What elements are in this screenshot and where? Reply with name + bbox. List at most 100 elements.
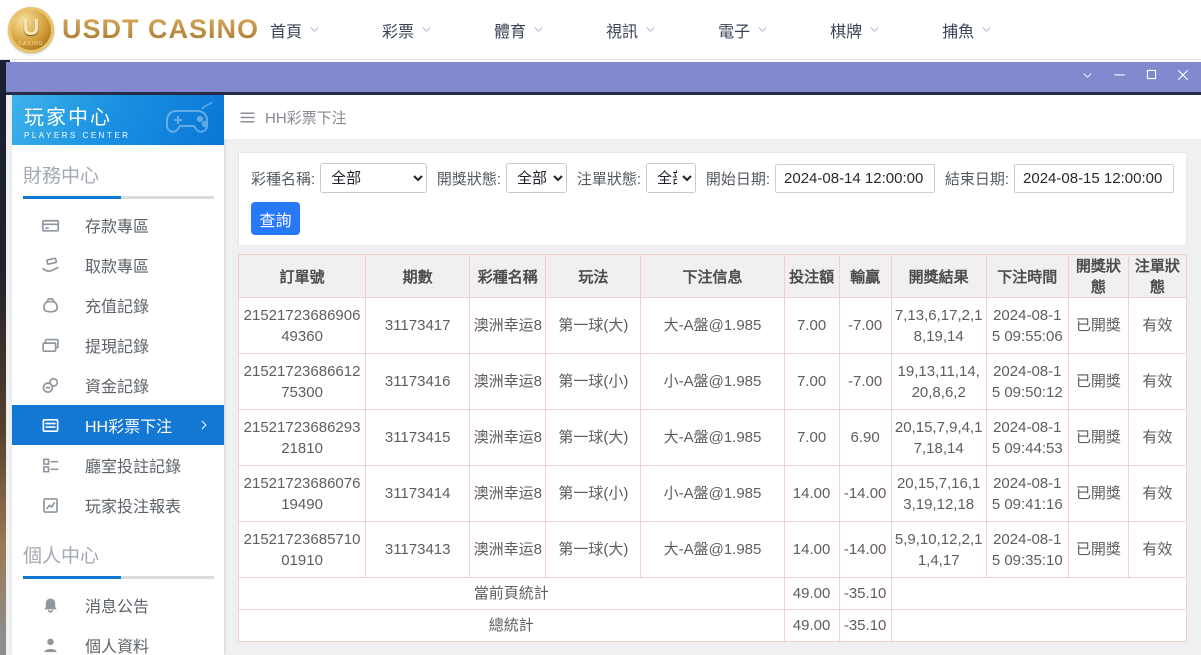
- usdt-coin-icon: U CASINO: [8, 7, 54, 53]
- col-header-bet-amount: 投注額: [784, 255, 839, 298]
- summary-winloss-total: -35.10: [839, 610, 891, 642]
- order-status-select[interactable]: 全部: [646, 163, 696, 193]
- report-icon: [41, 496, 60, 515]
- play-type-cell: 第一球(大): [546, 298, 641, 354]
- win-loss-cell: -14.00: [839, 466, 891, 522]
- period-cell: 31173413: [366, 522, 470, 578]
- order-status-cell: 有效: [1128, 410, 1186, 466]
- search-button[interactable]: 查詢: [251, 202, 300, 235]
- start-date-label: 開始日期:: [706, 168, 770, 189]
- table-row: 215217236860761949031173414澳洲幸运8第一球(小)小-…: [239, 466, 1187, 522]
- col-header-draw-result: 開獎結果: [891, 255, 986, 298]
- sidebar-item-label: 玩家投注報表: [85, 493, 181, 517]
- sidebar-item-label: 資金記錄: [85, 373, 149, 397]
- col-header-draw-status: 開獎狀態: [1068, 255, 1128, 298]
- table-row: 215217236869064936031173417澳洲幸运8第一球(大)大-…: [239, 298, 1187, 354]
- minimize-button[interactable]: [1103, 61, 1135, 94]
- period-cell: 31173414: [366, 466, 470, 522]
- main-area: HH彩票下注 彩種名稱: 全部 開獎狀態: 全部: [224, 95, 1201, 655]
- site-logo[interactable]: U CASINO USDT CASINO: [0, 7, 230, 53]
- draw-status-cell: 已開獎: [1068, 354, 1128, 410]
- nav-item-6[interactable]: 棋牌: [830, 18, 880, 42]
- lottery-name-cell: 澳洲幸运8: [470, 522, 546, 578]
- bet-amount-cell: 7.00: [784, 410, 839, 466]
- play-type-cell: 第一球(大): [546, 410, 641, 466]
- chevron-down-icon: [309, 24, 320, 35]
- col-header-order-no: 訂單號: [239, 255, 366, 298]
- draw-status-cell: 已開獎: [1068, 410, 1128, 466]
- start-date-input[interactable]: [775, 164, 935, 193]
- sidebar-item-label: 個人資料: [85, 633, 149, 655]
- order-status-cell: 有效: [1128, 466, 1186, 522]
- table-row: 215217236866127530031173416澳洲幸运8第一球(小)小-…: [239, 354, 1187, 410]
- coin-sub-label: CASINO: [8, 41, 54, 47]
- nav-item-label: 彩票: [382, 18, 414, 42]
- col-header-play-type: 玩法: [546, 255, 641, 298]
- collapse-button[interactable]: [1071, 61, 1103, 94]
- nav-item-1[interactable]: 首頁: [270, 18, 320, 42]
- draw-result-cell: 7,13,6,17,2,18,19,14: [891, 298, 986, 354]
- sidebar-item-withdraw-record[interactable]: 提現記錄: [12, 325, 224, 365]
- total-summary-row: 總統計49.00-35.10: [239, 610, 1187, 642]
- play-type-cell: 第一球(大): [546, 522, 641, 578]
- sidebar-item-bell[interactable]: 消息公告: [12, 585, 224, 625]
- bet-time-cell: 2024-08-15 09:35:10: [986, 522, 1068, 578]
- nav-item-5[interactable]: 電子: [718, 18, 768, 42]
- win-loss-cell: -7.00: [839, 298, 891, 354]
- sidebar-item-person[interactable]: 個人資料: [12, 625, 224, 655]
- chevron-down-icon: [869, 24, 880, 35]
- sidebar-item-report[interactable]: 玩家投注報表: [12, 485, 224, 525]
- bet-info-cell: 小-A盤@1.985: [641, 354, 784, 410]
- col-header-lottery-name: 彩種名稱: [470, 255, 546, 298]
- sidebar-item-lottery-bet[interactable]: HH彩票下注: [12, 405, 224, 445]
- play-type-cell: 第一球(小): [546, 354, 641, 410]
- room-record-icon: [41, 456, 60, 475]
- nav-item-4[interactable]: 視訊: [606, 18, 656, 42]
- draw-status-select[interactable]: 全部: [506, 163, 567, 193]
- deposit-icon: [41, 216, 60, 235]
- nav-item-label: 首頁: [270, 18, 302, 42]
- table-header-row: 訂單號期數彩種名稱玩法下注信息投注額輸贏開獎結果下注時間開獎狀態注單狀態: [239, 255, 1187, 298]
- bet-amount-cell: 7.00: [784, 354, 839, 410]
- breadcrumb: HH彩票下注: [224, 95, 1201, 139]
- lottery-name-select[interactable]: 全部: [320, 163, 427, 193]
- col-header-bet-time: 下注時間: [986, 255, 1068, 298]
- bell-icon: [41, 596, 60, 615]
- bet-table: 訂單號期數彩種名稱玩法下注信息投注額輸贏開獎結果下注時間開獎狀態注單狀態2152…: [238, 254, 1187, 642]
- win-loss-cell: -7.00: [839, 354, 891, 410]
- draw-result-cell: 19,13,11,14,20,8,6,2: [891, 354, 986, 410]
- section-underline: [23, 576, 214, 579]
- sidebar-item-withdraw[interactable]: 取款專區: [12, 245, 224, 285]
- lottery-name-cell: 澳洲幸运8: [470, 354, 546, 410]
- sidebar: 玩家中心 PLAYERS CENTER 財務中心存款專區取款專區充值記錄提現記錄…: [12, 95, 224, 655]
- bet-table-wrap: 訂單號期數彩種名稱玩法下注信息投注額輸贏開獎結果下注時間開獎狀態注單狀態2152…: [238, 254, 1187, 642]
- nav-item-label: 棋牌: [830, 18, 862, 42]
- nav-item-7[interactable]: 捕魚: [942, 18, 992, 42]
- end-date-input[interactable]: [1014, 164, 1174, 193]
- sidebar-item-recharge-record[interactable]: 充值記錄: [12, 285, 224, 325]
- col-header-order-status: 注單狀態: [1128, 255, 1186, 298]
- lottery-bet-icon: [41, 416, 60, 435]
- bet-amount-cell: 7.00: [784, 298, 839, 354]
- person-icon: [41, 636, 60, 655]
- nav-item-2[interactable]: 彩票: [382, 18, 432, 42]
- order-no-cell: 2152172368690649360: [239, 298, 366, 354]
- close-button[interactable]: [1167, 61, 1199, 94]
- sidebar-item-funds-record[interactable]: 資金記錄: [12, 365, 224, 405]
- summary-label: 當前頁統計: [239, 578, 785, 610]
- summary-winloss-total: -35.10: [839, 578, 891, 610]
- maximize-icon: [1145, 68, 1158, 86]
- maximize-button[interactable]: [1135, 61, 1167, 94]
- funds-record-icon: [41, 376, 60, 395]
- order-no-cell: 2152172368607619490: [239, 466, 366, 522]
- sidebar-header: 玩家中心 PLAYERS CENTER: [12, 95, 224, 145]
- nav-item-3[interactable]: 體育: [494, 18, 544, 42]
- order-no-cell: 2152172368629321810: [239, 410, 366, 466]
- summary-bet-total: 49.00: [784, 578, 839, 610]
- hamburger-icon[interactable]: [239, 109, 256, 126]
- lottery-name-cell: 澳洲幸运8: [470, 466, 546, 522]
- window-titlebar: [6, 62, 1201, 95]
- sidebar-item-room-record[interactable]: 廳室投註記錄: [12, 445, 224, 485]
- sidebar-item-deposit[interactable]: 存款專區: [12, 205, 224, 245]
- summary-empty: [891, 578, 1186, 610]
